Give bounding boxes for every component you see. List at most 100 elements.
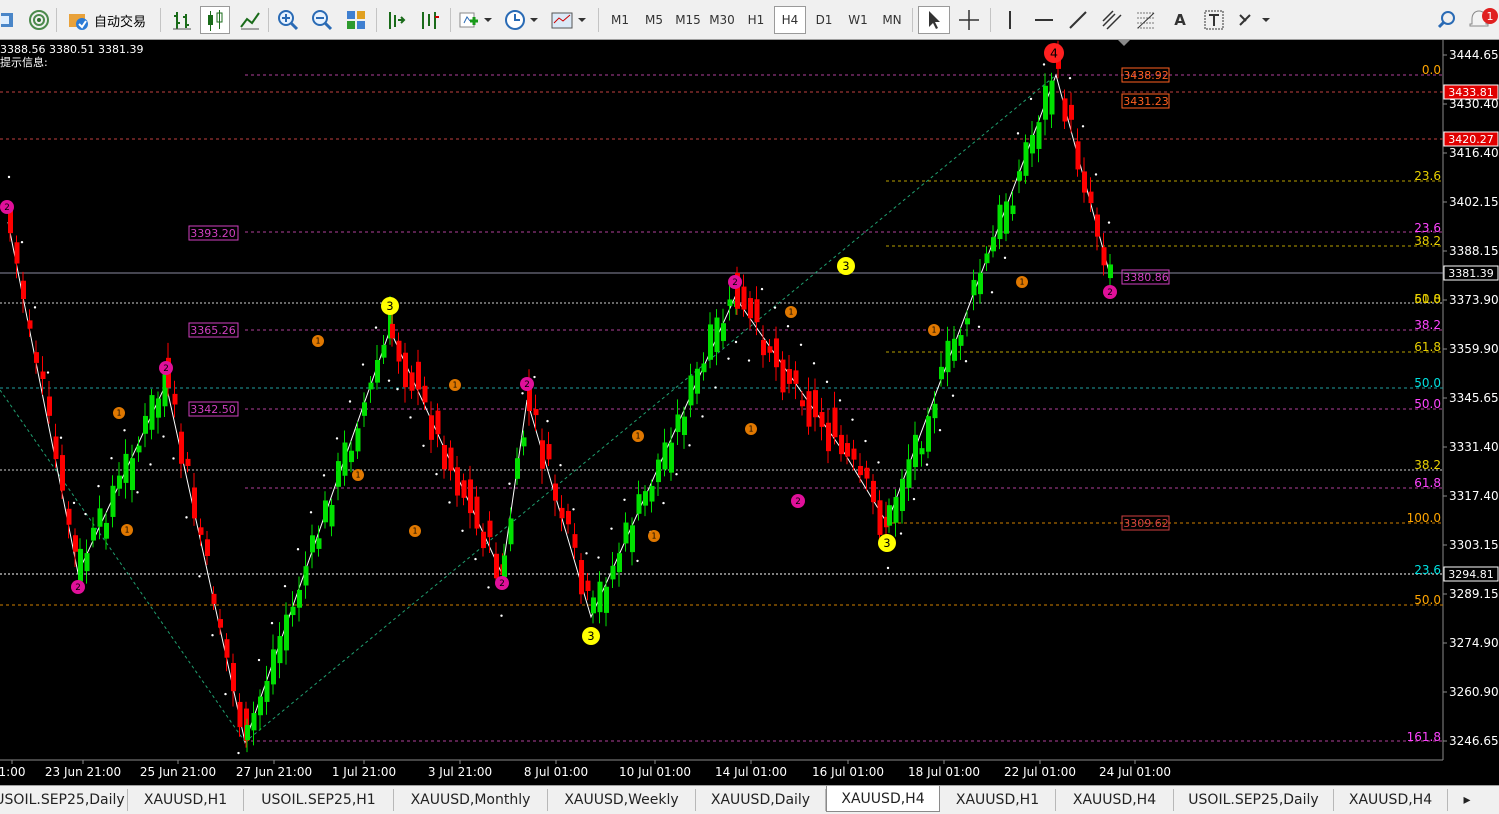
sar-dot xyxy=(84,512,87,516)
time-tick-label: 16 Jul 01:00 xyxy=(812,765,884,779)
auto-scroll-icon[interactable] xyxy=(382,6,410,34)
timeframe-w1-button[interactable]: W1 xyxy=(842,6,874,34)
bar-chart-icon[interactable] xyxy=(168,6,196,34)
candle-body xyxy=(258,696,263,716)
wave-2-marker-label: 2 xyxy=(732,278,738,288)
tile-windows-icon[interactable] xyxy=(342,6,370,34)
candle-body xyxy=(887,505,892,526)
candlestick-chart-icon[interactable] xyxy=(200,6,230,34)
wave-2-marker-label: 2 xyxy=(1107,288,1113,298)
candle-body xyxy=(1004,201,1009,234)
line-chart-icon[interactable] xyxy=(236,6,264,34)
candle-body xyxy=(390,323,395,339)
tab-usoil-daily-2[interactable]: USOIL.SEP25,Daily xyxy=(1174,789,1334,811)
candle-body xyxy=(900,478,905,512)
candle-body xyxy=(218,619,223,628)
equidistant-channel-icon[interactable] xyxy=(1098,6,1126,34)
sar-dot xyxy=(1094,173,1098,176)
sar-dot xyxy=(461,529,464,532)
periods-icon[interactable] xyxy=(502,6,542,34)
candle-body xyxy=(396,340,402,362)
signal-icon[interactable] xyxy=(26,6,52,34)
timeframe-m1-button[interactable]: M1 xyxy=(604,6,636,34)
timeframe-m15-button[interactable]: M15 xyxy=(672,6,704,34)
time-tick-label: 24 Jul 01:00 xyxy=(1099,765,1171,779)
text-label-box-icon[interactable] xyxy=(1200,6,1228,34)
timeframe-m5-button[interactable]: M5 xyxy=(638,6,670,34)
candle-body xyxy=(1036,122,1042,149)
auto-trading-button[interactable]: 自动交易 xyxy=(60,6,152,34)
sar-dot xyxy=(610,527,613,530)
tab-xauusd-h1-2[interactable]: XAUUSD,H1 xyxy=(940,789,1056,811)
templates-icon[interactable] xyxy=(548,6,590,34)
sar-dot xyxy=(322,474,326,477)
candle-body xyxy=(245,725,250,741)
candle-body xyxy=(271,649,276,685)
sar-dot xyxy=(396,387,399,391)
notifications-icon[interactable]: 1 xyxy=(1466,6,1498,34)
fibonacci-retracement-icon[interactable] xyxy=(1132,6,1160,34)
zoom-in-icon[interactable] xyxy=(274,6,302,34)
crosshair-icon[interactable] xyxy=(954,6,984,34)
candle-body xyxy=(893,497,899,523)
tab-usoil-daily[interactable]: USOIL.SEP25,Daily xyxy=(0,789,128,811)
candle-body xyxy=(695,368,700,394)
candle-body xyxy=(136,445,142,453)
sar-dot xyxy=(149,463,152,466)
candle-body xyxy=(952,338,957,361)
price-chart[interactable]: 0.0 23.6 23.6 38.2 50.0 61.8 38.2 61.8 50.0 50.0 3… xyxy=(0,28,1499,789)
candle-body xyxy=(1075,141,1081,170)
tab-xauusd-h4-3[interactable]: XAUUSD,H4 xyxy=(1334,789,1448,811)
candle-body xyxy=(14,242,20,264)
tab-xauusd-weekly[interactable]: XAUUSD,Weekly xyxy=(548,789,696,811)
profiles-icon[interactable] xyxy=(0,6,18,34)
sar-dot xyxy=(734,340,738,344)
candle-body xyxy=(546,444,552,460)
zoom-out-icon[interactable] xyxy=(308,6,336,34)
tab-xauusd-h4-2[interactable]: XAUUSD,H4 xyxy=(1056,789,1174,811)
text-label-icon[interactable]: A xyxy=(1166,6,1194,34)
indicators-icon[interactable] xyxy=(456,6,496,34)
horizontal-line-icon[interactable] xyxy=(1030,6,1058,34)
sar-dot xyxy=(688,444,691,447)
candle-body xyxy=(47,396,52,416)
chart-shift-icon[interactable] xyxy=(416,6,444,34)
timeframe-m30-button[interactable]: M30 xyxy=(706,6,738,34)
time-tick-label: 14 Jul 01:00 xyxy=(715,765,787,779)
sar-dot xyxy=(387,379,391,382)
candle-body xyxy=(416,361,421,390)
candle-body xyxy=(362,402,367,416)
candle-body xyxy=(906,459,912,488)
sar-dot xyxy=(162,435,165,438)
sar-dot xyxy=(773,306,777,309)
candle-body xyxy=(991,237,996,252)
sar-dot xyxy=(198,575,201,578)
sar-dot xyxy=(951,394,955,397)
tab-usoil-h1[interactable]: USOIL.SEP25,H1 xyxy=(244,789,394,811)
vertical-line-icon[interactable] xyxy=(996,6,1024,34)
trend-line-icon[interactable] xyxy=(1064,6,1092,34)
timeframe-mn-button[interactable]: MN xyxy=(876,6,908,34)
chart-canvas[interactable]: 0.023.623.638.250.061.838.261.850.050.03… xyxy=(0,28,1499,789)
tab-xauusd-h1[interactable]: XAUUSD,H1 xyxy=(128,789,244,811)
sar-dot xyxy=(1029,97,1033,101)
price-tick-label: 3359.90 xyxy=(1449,342,1499,356)
candle-body xyxy=(845,443,850,457)
tab-xauusd-monthly[interactable]: XAUUSD,Monthly xyxy=(394,789,548,811)
wave-2-marker-label: 2 xyxy=(163,364,169,374)
timeframe-h4-button[interactable]: H4 xyxy=(774,6,806,34)
candle-body xyxy=(290,606,296,616)
candle-body xyxy=(211,593,217,604)
timeframe-h1-button[interactable]: H1 xyxy=(740,6,772,34)
candle-body xyxy=(1017,171,1022,181)
tab-xauusd-h4-active[interactable]: XAUUSD,H4 xyxy=(826,786,940,812)
timeframe-d1-button[interactable]: D1 xyxy=(808,6,840,34)
candle-body xyxy=(251,713,257,731)
cursor-icon[interactable] xyxy=(918,6,950,34)
wave-2-marker-label: 2 xyxy=(499,579,505,589)
sar-dot xyxy=(623,498,626,501)
arrows-menu-icon[interactable] xyxy=(1234,6,1274,34)
search-icon[interactable] xyxy=(1434,6,1460,34)
tabs-scroll-right-icon[interactable]: ▸ xyxy=(1456,789,1478,811)
tab-xauusd-daily[interactable]: XAUUSD,Daily xyxy=(696,789,826,811)
